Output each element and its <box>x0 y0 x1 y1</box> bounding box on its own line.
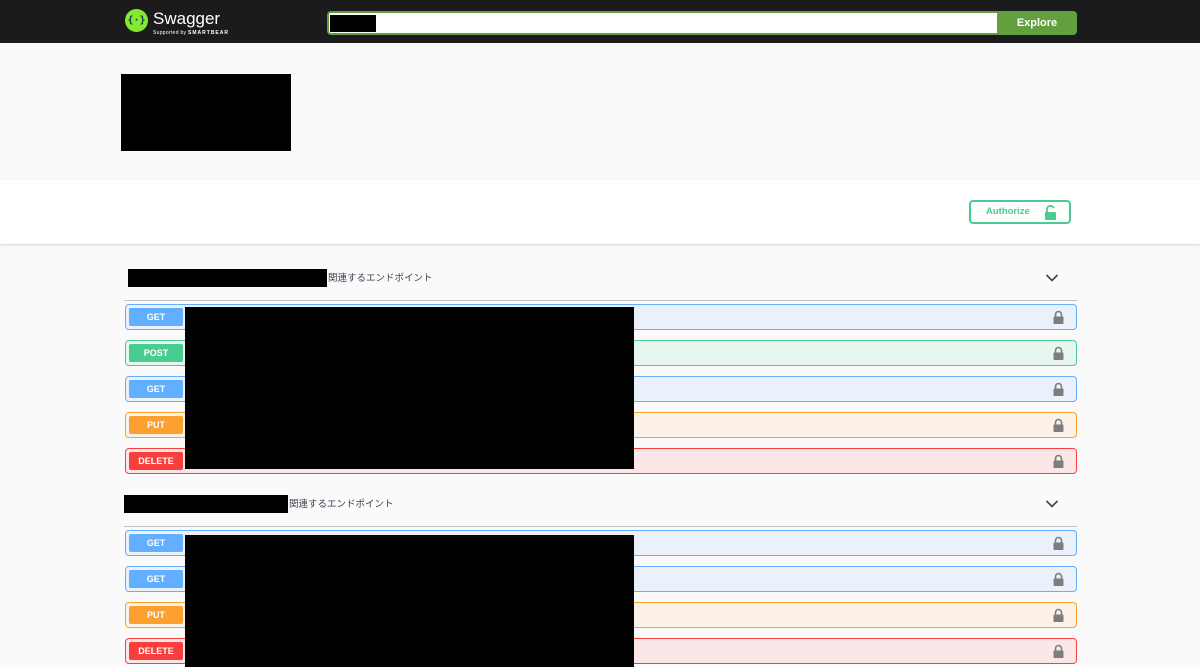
redacted-endpoint-paths <box>185 307 634 469</box>
redacted-tag-name <box>124 495 288 513</box>
chevron-down-icon[interactable] <box>1045 499 1059 509</box>
explore-button[interactable]: Explore <box>997 11 1077 35</box>
tag-section-header[interactable]: 関連するエンドポイント <box>124 491 1077 527</box>
method-badge: PUT <box>129 606 183 624</box>
topbar: {·} Swagger Supported by SMARTBEAR Explo… <box>0 0 1200 43</box>
swagger-logo[interactable]: {·} Swagger Supported by SMARTBEAR <box>125 9 235 37</box>
chevron-down-icon[interactable] <box>1045 273 1059 283</box>
authorize-button[interactable]: Authorize <box>969 200 1071 224</box>
method-badge: GET <box>129 534 183 552</box>
lock-icon[interactable] <box>1053 536 1064 550</box>
lock-icon[interactable] <box>1053 644 1064 658</box>
lock-icon[interactable] <box>1053 608 1064 622</box>
lock-icon[interactable] <box>1053 418 1064 432</box>
authorize-label: Authorize <box>986 206 1030 217</box>
tag-description: 関連するエンドポイント <box>328 273 433 284</box>
method-badge: GET <box>129 570 183 588</box>
tag-section-header[interactable]: 関連するエンドポイント <box>124 265 1077 301</box>
unlock-icon <box>1045 205 1056 220</box>
lock-icon[interactable] <box>1053 382 1064 396</box>
lock-icon[interactable] <box>1053 572 1064 586</box>
redacted-api-info <box>121 74 291 151</box>
logo-name: Swagger <box>153 9 221 28</box>
tag-description: 関連するエンドポイント <box>289 499 394 510</box>
method-badge: GET <box>129 308 183 326</box>
method-badge: GET <box>129 380 183 398</box>
lock-icon[interactable] <box>1053 310 1064 324</box>
method-badge: POST <box>129 344 183 362</box>
redacted-tag-name <box>128 269 327 287</box>
method-badge: PUT <box>129 416 183 434</box>
redacted-endpoint-paths <box>185 535 634 667</box>
lock-icon[interactable] <box>1053 454 1064 468</box>
spec-url-input[interactable] <box>327 11 997 35</box>
scheme-container: Authorize <box>0 180 1200 244</box>
logo-subtitle: Supported by SMARTBEAR <box>153 30 229 36</box>
lock-icon[interactable] <box>1053 346 1064 360</box>
redacted-url <box>330 15 376 32</box>
swagger-logo-icon: {·} <box>125 9 148 32</box>
method-badge: DELETE <box>129 452 183 470</box>
method-badge: DELETE <box>129 642 183 660</box>
